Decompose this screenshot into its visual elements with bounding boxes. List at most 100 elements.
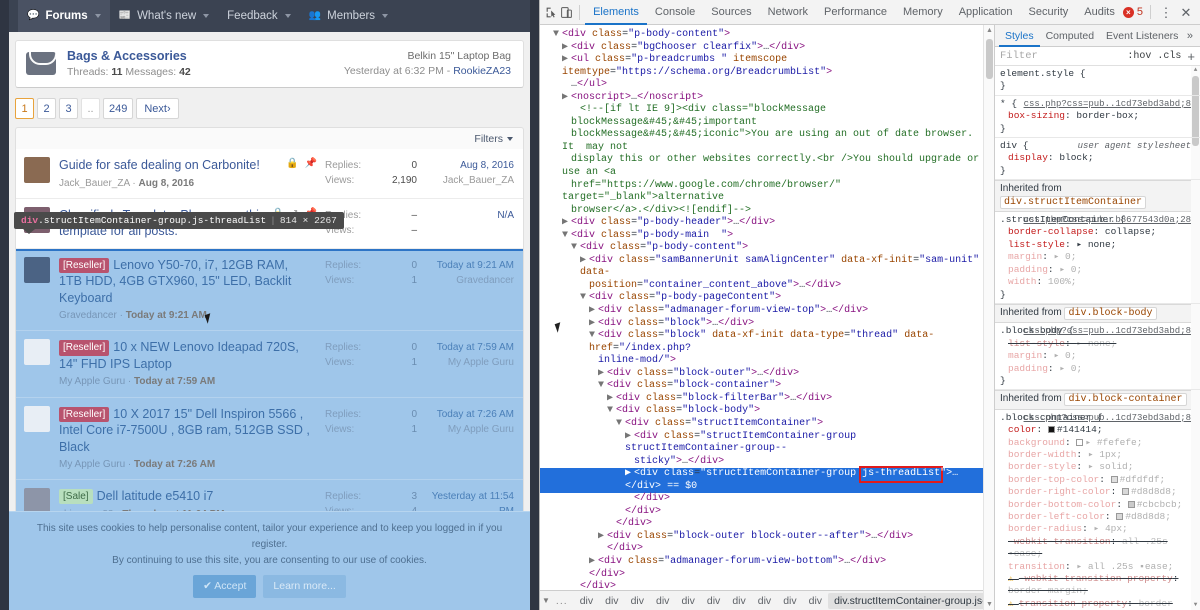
scroll-up-icon[interactable]: ▲	[984, 25, 995, 36]
tab-elements[interactable]: Elements	[585, 0, 647, 25]
dom-node[interactable]: ▼ <div class="block-body">	[540, 405, 994, 418]
css-property[interactable]: border-right-color	[1008, 486, 1111, 497]
expand-arrow-icon[interactable]: ▼	[580, 292, 589, 305]
expand-arrow-icon[interactable]: ▶	[598, 368, 607, 381]
last-post-date[interactable]: Today at 7:59 AM	[417, 340, 514, 355]
inherited-selector[interactable]: div.structItemContainer	[1000, 195, 1147, 209]
color-swatch[interactable]	[1116, 513, 1124, 520]
css-value[interactable]: ▸ 1px;	[1088, 449, 1122, 460]
dom-node[interactable]: href="https://www.google.com/chrome/brow…	[540, 180, 994, 205]
dom-node[interactable]: ▼ <div class="structItemContainer">	[540, 418, 994, 431]
css-value[interactable]: ▸ #fefefe;	[1076, 437, 1142, 448]
close-icon[interactable]: ✕	[1178, 6, 1194, 19]
tab-audits[interactable]: Audits	[1076, 0, 1123, 25]
css-value[interactable]: ▸ 4px;	[1094, 523, 1128, 534]
css-value[interactable]: ▸ solid;	[1088, 461, 1134, 472]
css-property[interactable]: padding	[1008, 363, 1048, 374]
cls-toggle[interactable]: .cls	[1157, 51, 1181, 62]
css-value[interactable]: #dfdfdf;	[1110, 474, 1165, 485]
thread-author[interactable]: Jack_Bauer_ZA	[59, 178, 130, 189]
dom-node[interactable]: ▶ <div class="bgChooser clearfix">…</div>	[540, 42, 994, 55]
breadcrumb-item[interactable]: div	[574, 595, 599, 607]
tab-sources[interactable]: Sources	[703, 0, 759, 25]
dom-node[interactable]: ▼ <div class="p-body-main ">	[540, 230, 994, 243]
css-property[interactable]: -webkit-transition	[1008, 536, 1111, 547]
thread-title[interactable]: [Reseller] 10 X 2017 15" Dell Inspiron 55…	[59, 406, 313, 456]
expand-arrow-icon[interactable]: ▶	[625, 431, 634, 444]
thread-title[interactable]: [Reseller] Lenovo Y50-70, i7, 12GB RAM, 1…	[59, 257, 313, 307]
css-declaration[interactable]: margin: ▸ 0;	[1000, 251, 1191, 263]
css-property[interactable]: width	[1008, 276, 1037, 287]
learn-more-button[interactable]: Learn more...	[263, 575, 346, 598]
thread-title[interactable]: [Reseller] 10 x NEW Lenovo Ideapad 720S, …	[59, 339, 313, 372]
css-value[interactable]: border margin;	[1008, 585, 1088, 596]
expand-arrow-icon[interactable]: ▶	[562, 217, 571, 230]
dom-node[interactable]: ▶ <div class="p-body-header">…</div>	[540, 217, 994, 230]
breadcrumb-item[interactable]: div	[701, 595, 726, 607]
css-property[interactable]: list-style	[1008, 338, 1065, 349]
tab-styles[interactable]: Styles	[999, 25, 1040, 47]
dom-node[interactable]: ▼ <div class="p-body-pageContent">	[540, 292, 994, 305]
css-declaration[interactable]: list-style: ▸ none;	[1000, 239, 1191, 251]
dom-node[interactable]: </div>	[540, 581, 994, 590]
dom-node[interactable]: display this or other websites correctly…	[540, 154, 994, 179]
css-declaration[interactable]: width: 100%;	[1000, 276, 1191, 288]
css-property[interactable]: border-left-color	[1008, 511, 1105, 522]
css-value[interactable]: ▸ none;	[1076, 239, 1116, 250]
css-value[interactable]: ▸ 0;	[1054, 350, 1077, 361]
dom-node[interactable]: …</ul>	[540, 79, 994, 92]
css-declaration[interactable]: ⚠ -webkit-transition-property: border ma…	[1000, 573, 1191, 598]
breadcrumb-item[interactable]: div	[803, 595, 828, 607]
new-style-rule-icon[interactable]: +	[1187, 50, 1195, 63]
css-property[interactable]: border-width	[1008, 449, 1076, 460]
css-declaration[interactable]: padding: ▸ 0;	[1000, 363, 1191, 375]
more-options-icon[interactable]: ⋮	[1158, 6, 1174, 19]
dom-node[interactable]: </div>	[540, 493, 994, 506]
css-value[interactable]: ▸ 0;	[1054, 251, 1077, 262]
css-property[interactable]: list-style	[1008, 239, 1065, 250]
nav-item-feedback[interactable]: Feedback	[218, 0, 300, 32]
dom-node[interactable]: </div>	[540, 569, 994, 582]
expand-arrow-icon[interactable]: ▶	[562, 42, 571, 55]
tab-console[interactable]: Console	[647, 0, 703, 25]
thread-title[interactable]: Guide for safe dealing on Carbonite!	[59, 157, 282, 174]
css-property[interactable]: border-bottom-color	[1008, 499, 1116, 510]
avatar[interactable]	[24, 256, 50, 283]
css-property[interactable]: box-sizing	[1008, 110, 1065, 121]
dom-node[interactable]: ▶ <div class="block-outer">…</div>	[540, 368, 994, 381]
css-property[interactable]: margin	[1008, 251, 1042, 262]
color-swatch[interactable]	[1127, 500, 1135, 508]
color-swatch[interactable]	[1076, 438, 1084, 446]
last-post-user[interactable]: Jack_Bauer_ZA	[417, 173, 514, 188]
table-row[interactable]: Guide for safe dealing on Carbonite! Jack…	[16, 149, 523, 199]
css-property[interactable]: transition-property	[1019, 598, 1127, 609]
tab-event-listeners[interactable]: Event Listeners	[1100, 25, 1184, 47]
css-declaration[interactable]: color: #141414;	[1000, 424, 1191, 436]
dom-node[interactable]: browser</a>.</div><![endif]-->	[540, 205, 994, 218]
tab-network[interactable]: Network	[760, 0, 816, 25]
expand-arrow-icon[interactable]: ▼	[598, 380, 607, 393]
last-post-title[interactable]: Belkin 15" Laptop Bag	[344, 49, 511, 64]
dom-node[interactable]: ▼ <div class="p-body-content">	[540, 29, 994, 42]
tab-computed[interactable]: Computed	[1040, 25, 1100, 47]
table-row[interactable]: [Reseller] 10 x NEW Lenovo Ideapad 720S, …	[16, 331, 523, 398]
dom-node[interactable]: </div>	[540, 506, 994, 519]
dom-node[interactable]: blockMessage&#45;&#45;iconic">You are us…	[540, 129, 994, 154]
css-property[interactable]: margin	[1008, 350, 1042, 361]
dom-node[interactable]: position="container_content_above">…</di…	[540, 280, 994, 293]
breadcrumb-item[interactable]: div	[726, 595, 751, 607]
css-declaration[interactable]: border-right-color: #d8d8d8;	[1000, 486, 1191, 498]
css-property[interactable]: display	[1008, 152, 1048, 163]
css-declaration[interactable]: border-left-color: #d8d8d8;	[1000, 511, 1191, 523]
expand-arrow-icon[interactable]: ▶	[607, 393, 616, 406]
breadcrumb-overflow[interactable]: ...	[550, 595, 574, 607]
dom-node[interactable]: ▶ <div class="structItemContainer-group s…	[540, 431, 994, 456]
dom-node[interactable]: <!--[if lt IE 9]><div class="blockMessag…	[540, 104, 994, 129]
dom-scrollbar[interactable]: ▲ ▼	[983, 25, 994, 610]
dom-node[interactable]: ▶ <noscript>…</noscript>	[540, 92, 994, 105]
css-value[interactable]: #141414;	[1047, 424, 1103, 435]
nav-item-members[interactable]: 👥 Members	[300, 0, 397, 32]
dom-node-selected[interactable]: ▶ <div class="structItemContainer-group j…	[540, 466, 994, 494]
css-property[interactable]: border-top-color	[1008, 474, 1099, 485]
last-post-user[interactable]: My Apple Guru	[417, 355, 514, 370]
